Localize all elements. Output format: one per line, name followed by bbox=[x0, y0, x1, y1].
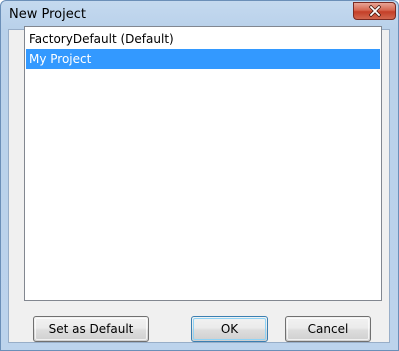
set-as-default-label: Set as Default bbox=[48, 322, 134, 336]
window-title: New Project bbox=[9, 7, 86, 22]
list-item-my-project[interactable]: My Project bbox=[26, 49, 380, 69]
ok-label: OK bbox=[220, 322, 239, 336]
list-item-factory-default[interactable]: FactoryDefault (Default) bbox=[26, 29, 380, 49]
project-list[interactable]: FactoryDefault (Default) My Project bbox=[24, 26, 382, 301]
cancel-button[interactable]: Cancel bbox=[285, 316, 371, 342]
title-bar[interactable]: New Project bbox=[1, 1, 398, 29]
close-button[interactable] bbox=[353, 2, 396, 20]
cancel-label: Cancel bbox=[307, 322, 349, 336]
ok-button[interactable]: OK bbox=[191, 316, 268, 342]
close-icon bbox=[369, 5, 381, 17]
set-as-default-button[interactable]: Set as Default bbox=[33, 316, 149, 342]
list-item-label: FactoryDefault (Default) bbox=[29, 32, 174, 46]
list-item-label: My Project bbox=[29, 52, 92, 66]
